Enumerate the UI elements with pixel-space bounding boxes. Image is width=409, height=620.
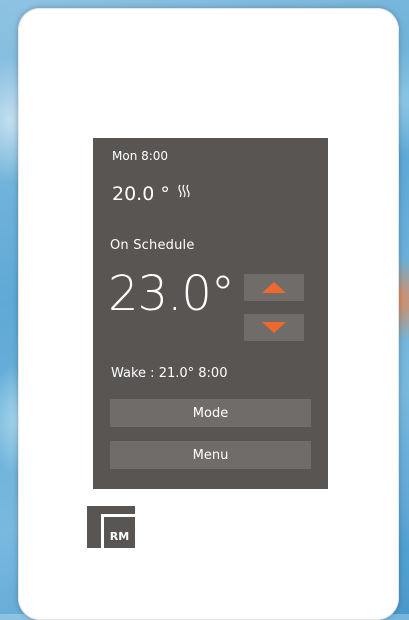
schedule-status: On Schedule xyxy=(110,238,195,253)
brand-logo-text: RM xyxy=(110,530,129,543)
current-temperature: 20.0 ° xyxy=(112,183,170,205)
arrow-down-icon xyxy=(262,322,286,333)
brand-logo: RM xyxy=(87,506,135,548)
next-schedule-event: Wake : 21.0° 8:00 xyxy=(111,366,228,381)
decrease-temp-button[interactable] xyxy=(244,314,304,341)
arrow-up-icon xyxy=(262,282,286,293)
menu-button[interactable]: Menu xyxy=(110,441,311,469)
thermostat-screen: Mon 8:00 20.0 ° On Schedule 23.0° Wake :… xyxy=(93,138,328,489)
heating-waves-icon xyxy=(178,184,190,198)
increase-temp-button[interactable] xyxy=(244,274,304,301)
day-time-label: Mon 8:00 xyxy=(112,149,169,163)
mode-button[interactable]: Mode xyxy=(110,399,311,427)
setpoint-temperature: 23.0° xyxy=(108,266,235,322)
